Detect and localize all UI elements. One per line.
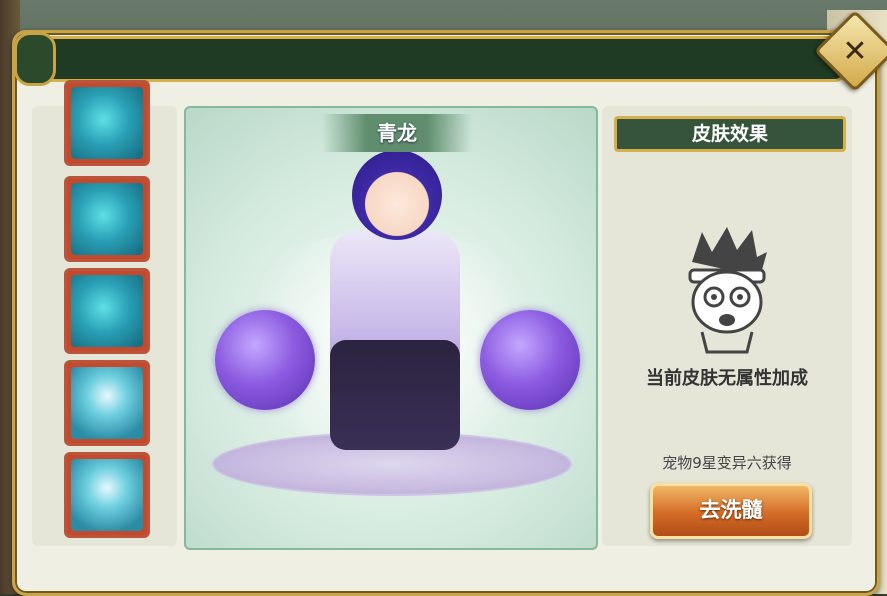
skin-thumb-2[interactable] [64, 176, 150, 262]
skin-thumb-4[interactable] [64, 360, 150, 446]
left-orb-icon [215, 310, 315, 410]
skin-thumb-1[interactable] [64, 80, 150, 166]
panel-title-bar [34, 36, 845, 82]
skin-name: 青龙 [322, 114, 472, 152]
crying-face-icon [688, 227, 767, 354]
hero-portrait-icon [71, 459, 143, 531]
skin-thumb-3[interactable] [64, 268, 150, 354]
close-icon: ✕ [842, 33, 868, 69]
skin-thumb-5[interactable] [64, 452, 150, 538]
obtain-hint: 宠物9星变异六获得 [662, 454, 792, 472]
dragon-portrait-icon [71, 87, 143, 159]
character-legs [330, 340, 460, 450]
dragon-portrait-icon [71, 183, 143, 255]
left-ornament-icon [14, 32, 56, 86]
hero-portrait-icon [71, 367, 143, 439]
character-head [352, 150, 442, 240]
dragon-portrait-icon [71, 275, 143, 347]
right-orb-icon [480, 310, 580, 410]
no-bonus-text: 当前皮肤无属性加成 [646, 368, 808, 389]
go-wash-button[interactable]: 去洗髓 [650, 483, 812, 539]
effect-title: 皮肤效果 [614, 116, 846, 152]
